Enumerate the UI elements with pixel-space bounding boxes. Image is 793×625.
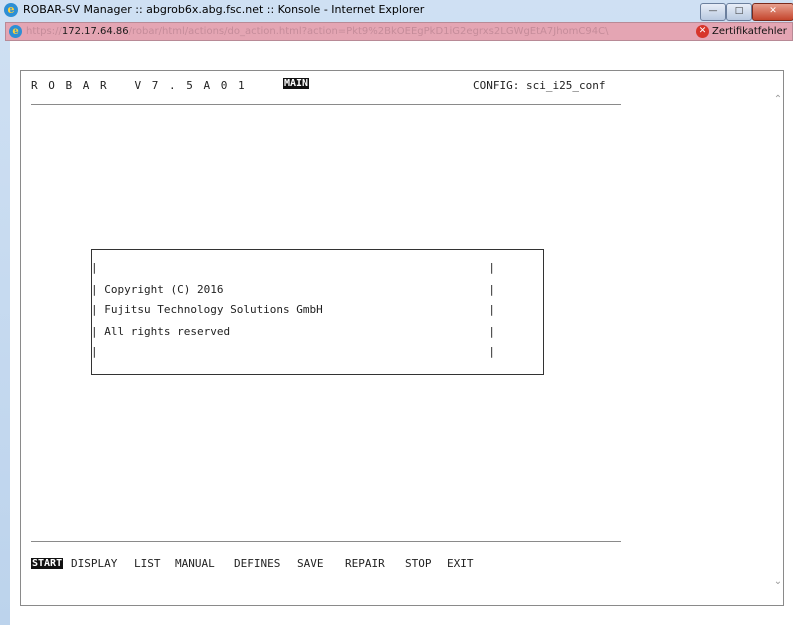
menu-repair[interactable]: REPAIR: [345, 557, 385, 570]
terminal-console[interactable]: R O B A R V 7 . 5 A 0 1 MAIN CONFIG: sci…: [20, 70, 784, 606]
certificate-error-label[interactable]: Zertifikatfehler: [712, 26, 787, 37]
browser-window: e ROBAR-SV Manager :: abgrob6x.abg.fsc.n…: [0, 0, 793, 625]
maximize-button[interactable]: □: [726, 3, 752, 21]
menu-list[interactable]: LIST: [134, 557, 161, 570]
title-bar: e ROBAR-SV Manager :: abgrob6x.abg.fsc.n…: [0, 0, 793, 22]
scrollbar[interactable]: ⌃ ⌄: [773, 72, 783, 604]
certificate-error-icon[interactable]: ✕: [696, 25, 709, 38]
internet-explorer-icon: e: [4, 3, 18, 17]
console-title: R O B A R V 7 . 5 A 0 1: [31, 79, 247, 92]
menu-start[interactable]: START: [31, 558, 64, 569]
copyright-line: | Copyright (C) 2016 |: [91, 283, 495, 296]
menu-stop[interactable]: STOP: [405, 557, 432, 570]
url-host: 172.17.64.86: [61, 26, 129, 37]
close-button[interactable]: ✕: [752, 3, 793, 21]
menu-save[interactable]: SAVE: [297, 557, 324, 570]
menu-manual[interactable]: MANUAL: [175, 557, 215, 570]
url-text[interactable]: https://172.17.64.86/robar/html/actions/…: [26, 26, 608, 37]
rights-line: | All rights reserved |: [91, 325, 495, 338]
company-line: | Fujitsu Technology Solutions GmbH |: [91, 303, 495, 316]
address-bar[interactable]: e https://172.17.64.86/robar/html/action…: [5, 22, 793, 41]
box-line-blank-bottom: | |: [91, 345, 495, 358]
footer-divider: [31, 541, 621, 542]
window-title: ROBAR-SV Manager :: abgrob6x.abg.fsc.net…: [23, 3, 425, 16]
menu-bar: START DISPLAY LIST MANUAL DEFINES SAVE R…: [31, 557, 621, 573]
header-divider: [31, 104, 621, 105]
url-prefix: https://: [26, 26, 62, 37]
menu-exit[interactable]: EXIT: [447, 557, 474, 570]
page-icon: e: [9, 25, 22, 38]
minimize-button[interactable]: —: [700, 3, 726, 21]
url-path: /robar/html/actions/do_action.html?actio…: [128, 26, 609, 37]
config-label: CONFIG: sci_i25_conf: [473, 79, 606, 92]
scroll-up-icon[interactable]: ⌃: [773, 94, 783, 106]
box-line-blank-top: | |: [91, 261, 495, 274]
menu-display[interactable]: DISPLAY: [71, 557, 117, 570]
mode-indicator: MAIN: [283, 78, 310, 89]
menu-defines[interactable]: DEFINES: [234, 557, 280, 570]
scroll-down-icon[interactable]: ⌄: [773, 576, 783, 588]
